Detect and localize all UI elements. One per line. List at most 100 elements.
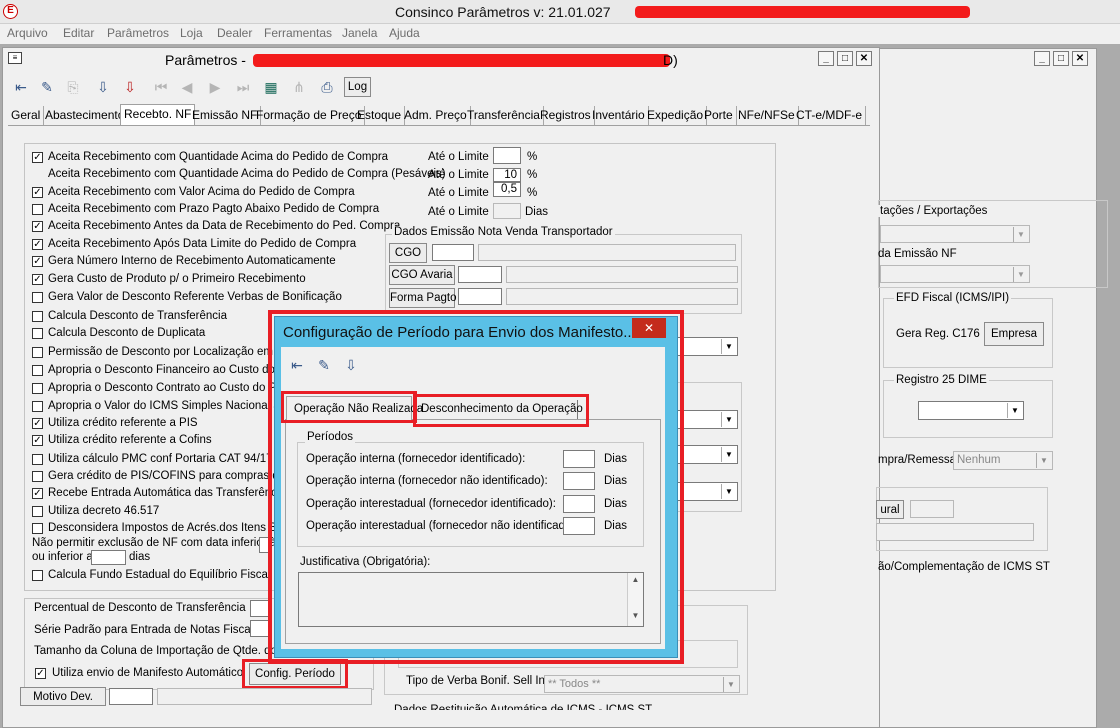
motivo-dev-button[interactable]: Motivo Dev. [20, 687, 106, 706]
window-menu-icon[interactable]: ≡ [8, 52, 22, 64]
exportacoes-select[interactable]: ▼ [880, 225, 1030, 243]
checkbox-option[interactable] [32, 292, 43, 303]
dialog-eraser-icon[interactable]: ✎ [313, 354, 335, 376]
checkbox-option[interactable]: ✓ [32, 221, 43, 232]
limit-prazo-input[interactable] [493, 203, 521, 219]
filter-icon[interactable]: ⋔ [288, 76, 310, 98]
tab-adm-preco[interactable]: Adm. Preço [401, 106, 471, 125]
checkbox-option[interactable] [32, 471, 43, 482]
minimize-button[interactable]: _ [818, 51, 834, 66]
checkbox-option[interactable]: ✓ [32, 418, 43, 429]
rural-input[interactable] [910, 500, 954, 518]
empresa-button[interactable]: Empresa [984, 322, 1044, 346]
eraser-icon[interactable]: ✎ [36, 76, 58, 98]
grid-icon[interactable]: ▦ [260, 76, 282, 98]
cgo-button[interactable]: CGO [389, 243, 427, 263]
save-icon[interactable]: ⇩ [92, 76, 114, 98]
dialog-close-button[interactable]: ✕ [632, 318, 666, 338]
dialog-save-icon[interactable]: ⇩ [340, 354, 362, 376]
tab-porte[interactable]: Porte [701, 106, 737, 125]
checkbox-option[interactable] [32, 347, 43, 358]
checkbox-option[interactable] [32, 365, 43, 376]
exclusion-days-input[interactable] [91, 550, 126, 565]
checkbox-option[interactable] [32, 383, 43, 394]
combo-partial[interactable]: ▼ [676, 482, 738, 501]
combo-partial[interactable]: ▼ [676, 445, 738, 464]
registro25-select[interactable]: ▼ [918, 401, 1024, 420]
justificativa-textarea[interactable] [298, 572, 644, 627]
menu-loja[interactable]: Loja [180, 26, 203, 40]
menu-arquivo[interactable]: Arquivo [7, 26, 48, 40]
bg-minimize-button[interactable]: _ [1034, 51, 1050, 66]
checkbox-option[interactable]: ✓ [32, 152, 43, 163]
menu-parametros[interactable]: Parâmetros [107, 26, 169, 40]
rural-button[interactable]: ural [876, 500, 904, 519]
tab-inventario[interactable]: Inventário [589, 106, 649, 125]
scroll-up-icon[interactable]: ▲ [628, 573, 643, 587]
copy-icon[interactable]: ⎘ [62, 76, 84, 98]
menu-ajuda[interactable]: Ajuda [389, 26, 420, 40]
exit-icon[interactable]: ⇤ [10, 76, 32, 98]
tab-registros[interactable]: Registros [537, 106, 595, 125]
scroll-down-icon[interactable]: ▼ [628, 609, 643, 623]
next-record-icon[interactable]: ▶ [204, 76, 226, 98]
tab-estoque[interactable]: Estoque [354, 106, 406, 125]
checkbox-option[interactable]: ✓ [32, 488, 43, 499]
cgo-avaria-button[interactable]: CGO Avaria [389, 265, 455, 285]
justificativa-scrollbar[interactable]: ▲ ▼ [627, 573, 643, 626]
periodo-days-input[interactable] [563, 472, 595, 490]
checkbox-option[interactable]: ✓ [32, 435, 43, 446]
checkbox-option[interactable] [32, 454, 43, 465]
prev-record-icon[interactable]: ◀ [176, 76, 198, 98]
checkbox-option[interactable] [32, 523, 43, 534]
percentual-input[interactable] [250, 600, 270, 617]
limit-quantity-input[interactable] [493, 147, 521, 164]
tab-nfe-nfse[interactable]: NFe/NFSe [735, 106, 799, 125]
checkbox-option[interactable] [32, 204, 43, 215]
log-button[interactable]: Log [344, 77, 371, 97]
checkbox-option[interactable] [32, 311, 43, 322]
menu-editar[interactable]: Editar [63, 26, 94, 40]
dialog-exit-icon[interactable]: ⇤ [286, 354, 308, 376]
periodo-days-input[interactable] [563, 517, 595, 535]
checkbox-option[interactable]: ✓ [32, 274, 43, 285]
cgo-input[interactable] [432, 244, 474, 261]
close-button[interactable]: ✕ [856, 51, 872, 66]
last-record-icon[interactable]: ⏭ [232, 76, 254, 98]
periodo-days-input[interactable] [563, 450, 595, 468]
forma-pagto-button[interactable]: Forma Pagto [389, 288, 456, 308]
delete-icon[interactable]: ⇩ [119, 76, 141, 98]
tab-cte-mdfe[interactable]: CT-e/MDF-e [793, 106, 866, 125]
menu-dealer[interactable]: Dealer [217, 26, 252, 40]
bg-maximize-button[interactable]: □ [1053, 51, 1069, 66]
tab-emissao-nf[interactable]: Emissão NF [189, 106, 262, 125]
first-record-icon[interactable]: ⏮ [150, 76, 172, 98]
emissao-select[interactable]: ▼ [880, 265, 1030, 283]
combo-partial[interactable]: ▼ [676, 337, 738, 356]
checkbox-option[interactable]: ✓ [32, 239, 43, 250]
verba-select[interactable]: ** Todos ** ▼ [544, 675, 740, 693]
serie-input[interactable] [250, 620, 270, 637]
menu-janela[interactable]: Janela [342, 26, 377, 40]
limit-pesaveis-input[interactable]: 10 [493, 168, 521, 182]
forma-pagto-input[interactable] [458, 288, 502, 305]
tab-geral[interactable]: Geral [8, 106, 45, 125]
checkbox-manifesto[interactable]: ✓ [35, 668, 46, 679]
tab-recebto-nf[interactable]: Recebto. NF [120, 104, 196, 125]
tab-transferencia[interactable]: Transferência [464, 106, 544, 125]
checkbox-option[interactable]: ✓ [32, 187, 43, 198]
checkbox-option[interactable] [32, 506, 43, 517]
combo-partial[interactable]: ▼ [676, 410, 738, 429]
cgo-avaria-input[interactable] [458, 266, 502, 283]
checkbox-option[interactable] [32, 328, 43, 339]
checkbox-option[interactable] [32, 401, 43, 412]
tab-expedicao[interactable]: Expedição [644, 106, 708, 125]
periodo-days-input[interactable] [563, 495, 595, 513]
limit-valor-input[interactable]: 0,5 [493, 182, 521, 197]
tab-formacao-preco[interactable]: Formação de Preço [253, 106, 366, 125]
checkbox-option[interactable]: ✓ [32, 256, 43, 267]
menu-ferramentas[interactable]: Ferramentas [264, 26, 332, 40]
remessa-select[interactable]: Nenhum ▼ [953, 451, 1053, 470]
maximize-button[interactable]: □ [837, 51, 853, 66]
motivo-dev-input[interactable] [109, 688, 153, 705]
